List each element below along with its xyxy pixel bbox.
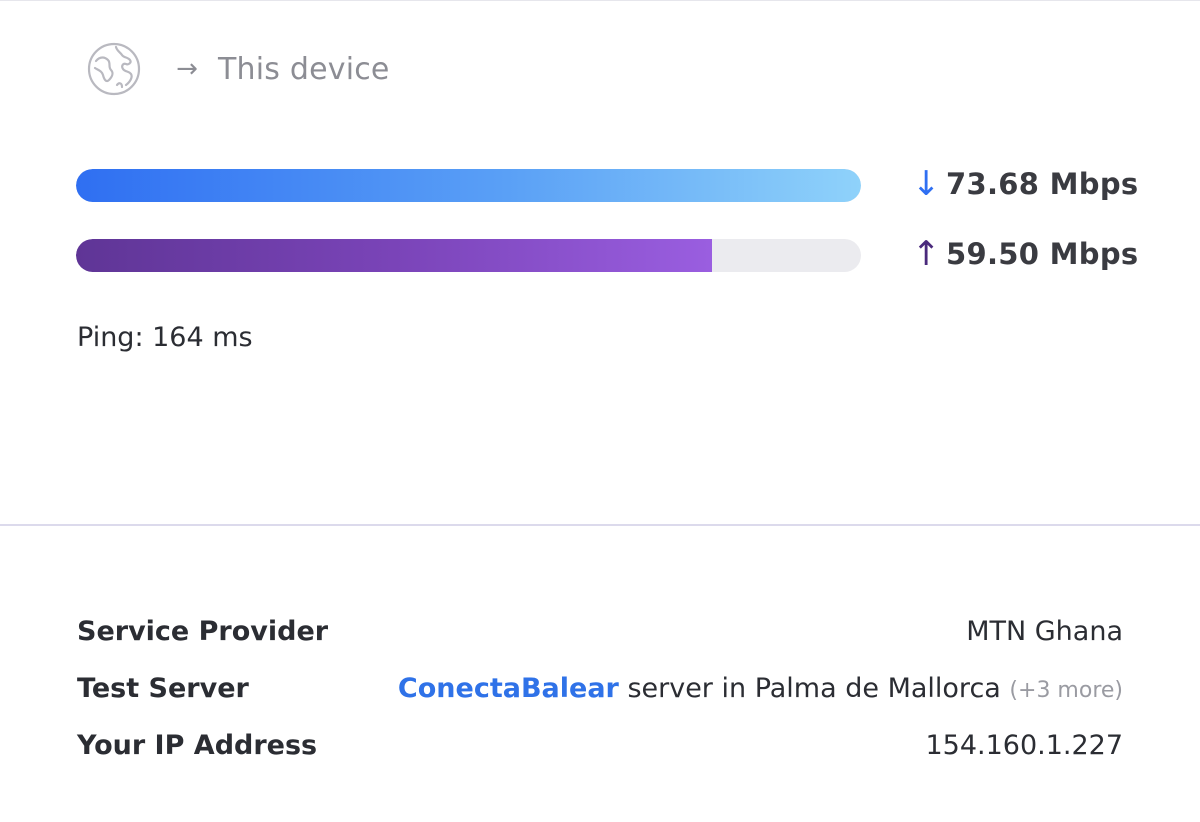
server-name-link[interactable]: ConectaBalear xyxy=(398,673,619,704)
ping-readout: Ping: 164 ms xyxy=(77,322,253,353)
ip-address-value: 154.160.1.227 xyxy=(925,729,1123,761)
section-divider xyxy=(0,524,1200,526)
service-provider-row: Service Provider MTN Ghana xyxy=(77,611,1123,651)
service-provider-label: Service Provider xyxy=(77,615,329,647)
globe-icon xyxy=(86,41,142,97)
test-server-value: ConectaBalear server in Palma de Mallorc… xyxy=(398,673,1123,704)
upload-bar-track xyxy=(76,239,861,272)
download-speed: ↓ 73.68 Mbps xyxy=(912,164,1138,204)
ip-address-label: Your IP Address xyxy=(77,729,318,761)
ip-address-row: Your IP Address 154.160.1.227 xyxy=(77,725,1123,765)
service-provider-value: MTN Ghana xyxy=(966,615,1123,647)
test-server-row: Test Server ConectaBalear server in Palm… xyxy=(77,668,1123,708)
upload-speed-value: 59.50 Mbps xyxy=(946,237,1139,271)
route-header: → This device xyxy=(86,42,390,96)
server-location: server in Palma de Mallorca xyxy=(618,672,1010,704)
destination-label: This device xyxy=(218,51,390,87)
upload-speed: ↑ 59.50 Mbps xyxy=(912,234,1138,274)
top-border xyxy=(0,0,1200,1)
arrow-right-icon: → xyxy=(176,54,198,84)
arrow-down-icon: ↓ xyxy=(912,164,941,204)
download-speed-value: 73.68 Mbps xyxy=(946,167,1139,201)
upload-bar-fill xyxy=(76,239,712,272)
more-servers-link[interactable]: (+3 more) xyxy=(1009,678,1123,703)
download-bar-track xyxy=(76,169,861,202)
download-bar-fill xyxy=(76,169,861,202)
download-row: ↓ 73.68 Mbps xyxy=(76,167,1138,202)
test-server-label: Test Server xyxy=(77,672,249,704)
upload-row: ↑ 59.50 Mbps xyxy=(76,237,1138,272)
arrow-up-icon: ↑ xyxy=(912,234,941,274)
